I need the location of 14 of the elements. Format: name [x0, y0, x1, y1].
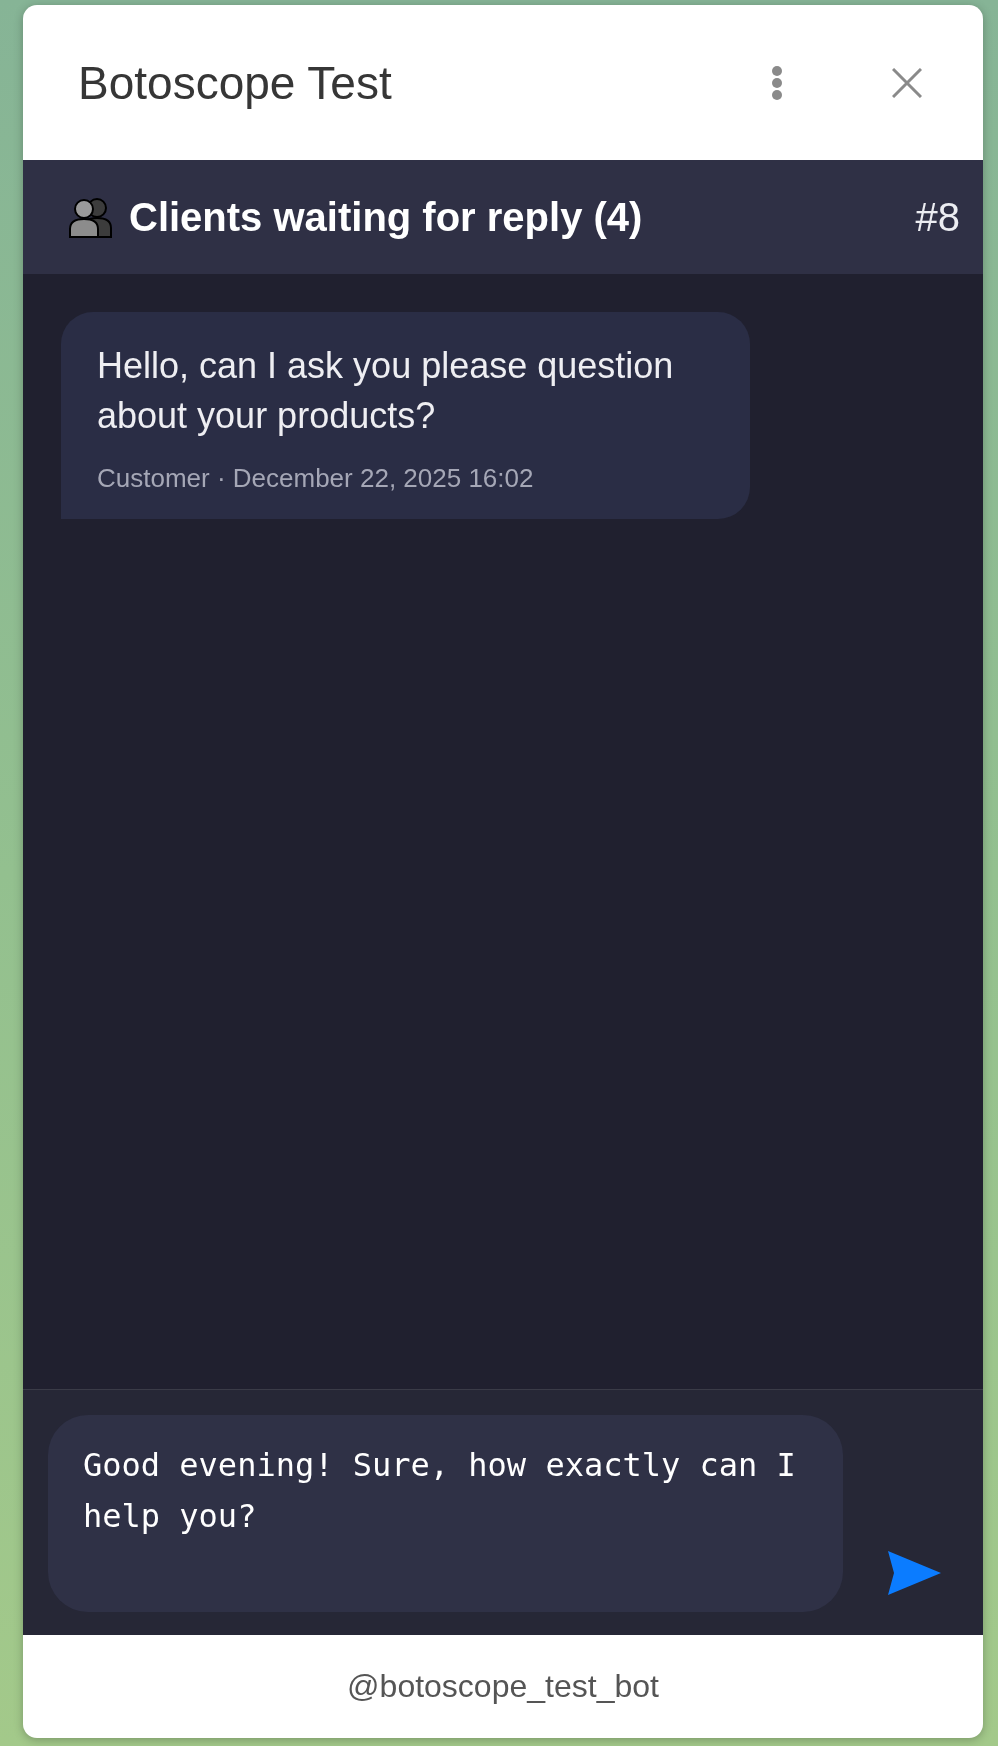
close-icon: [892, 67, 922, 98]
message-input[interactable]: Good evening! Sure, how exactly can I help you?: [48, 1415, 843, 1612]
bot-username: @botoscope_test_bot: [347, 1668, 659, 1705]
send-button[interactable]: [888, 1551, 941, 1595]
people-icon: [68, 196, 114, 238]
vertical-dots-icon: [771, 64, 783, 101]
send-icon: [888, 1551, 941, 1595]
window-title: Botoscope Test: [78, 55, 392, 110]
message-meta: Customer · December 22, 2025 16:02: [97, 462, 535, 494]
queue-title: Clients waiting for reply (4): [129, 194, 643, 240]
message-text: Hello, can I ask you please question about your products?: [97, 344, 675, 438]
more-options-button[interactable]: [771, 64, 783, 101]
ticket-number: #8: [915, 194, 960, 240]
close-button[interactable]: [892, 67, 922, 98]
